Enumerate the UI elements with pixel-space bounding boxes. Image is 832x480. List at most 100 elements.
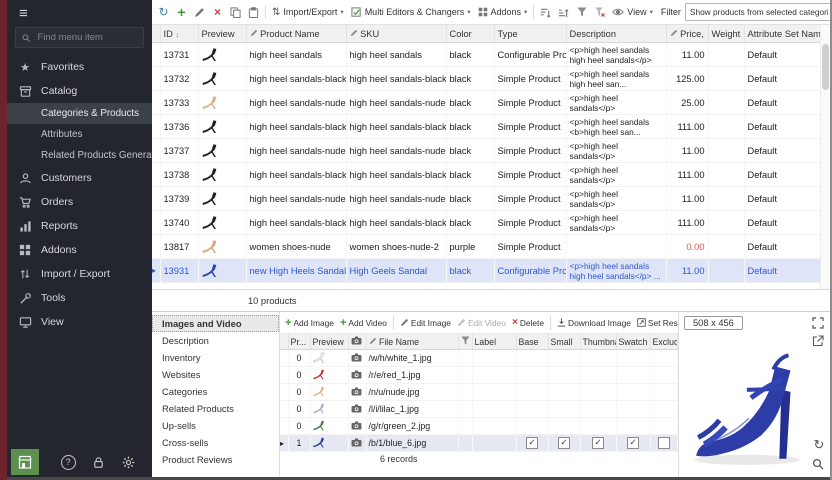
- image-row[interactable]: ▸1/b/1/blue_6.jpg✓✓✓✓: [280, 435, 678, 452]
- column-header-filter[interactable]: [458, 334, 472, 350]
- copy-button[interactable]: [227, 3, 244, 21]
- product-row[interactable]: 13736high heel sandals-black-36high heel…: [152, 115, 821, 139]
- sidebar-item-catalog[interactable]: Catalog: [7, 79, 152, 103]
- edit-product-button[interactable]: [191, 3, 208, 21]
- product-row[interactable]: 13739high heel sandals-nude-37high heel …: [152, 187, 821, 211]
- paste-button[interactable]: [245, 3, 262, 21]
- column-header-small[interactable]: Small: [548, 334, 580, 350]
- column-header-price[interactable]: Price,: [666, 25, 708, 43]
- sidebar-item-favorites[interactable]: ★ Favorites: [7, 55, 152, 79]
- sidebar-item-import-export[interactable]: Import / Export: [7, 262, 152, 286]
- sidebar-item-related-products-generator[interactable]: Related Products Generator: [7, 145, 152, 166]
- download-image-button[interactable]: Download Image: [555, 317, 633, 329]
- fullscreen-icon[interactable]: [810, 315, 826, 331]
- image-row[interactable]: 0/w/h/white_1.jpg: [280, 350, 678, 367]
- delete-image-button[interactable]: ×Delete: [510, 316, 546, 329]
- multi-editors-menu[interactable]: Multi Editors & Changers ▾: [348, 5, 474, 20]
- sidebar-item-orders[interactable]: Orders: [7, 190, 152, 214]
- product-row[interactable]: 13738high heel sandals-black-37high heel…: [152, 163, 821, 187]
- sidebar-item-reports[interactable]: Reports: [7, 214, 152, 238]
- settings-gear-icon[interactable]: [113, 456, 143, 469]
- product-row[interactable]: 13737high heel sandals-nude-36high heel …: [152, 139, 821, 163]
- checkbox[interactable]: ✓: [558, 437, 570, 449]
- product-preview-cell: [198, 67, 246, 91]
- image-row[interactable]: 0/g/r/green_2.jpg: [280, 418, 678, 435]
- column-header-type[interactable]: Type: [494, 25, 566, 43]
- column-header-exclude[interactable]: Exclude: [650, 334, 678, 350]
- zoom-icon[interactable]: [810, 456, 826, 472]
- scrollbar-thumb[interactable]: [822, 44, 829, 90]
- tab-categories[interactable]: Categories: [152, 383, 279, 400]
- addons-menu[interactable]: Addons ▾: [475, 5, 531, 19]
- products-scrollbar[interactable]: [820, 25, 830, 289]
- checkbox[interactable]: ✓: [592, 437, 604, 449]
- column-header-preview[interactable]: Preview: [310, 334, 348, 350]
- tab-description[interactable]: Description: [152, 332, 279, 349]
- column-header-camera[interactable]: [348, 334, 366, 350]
- tab-cross-sells[interactable]: Cross-sells: [152, 434, 279, 451]
- tab-related-products[interactable]: Related Products: [152, 400, 279, 417]
- filter-column-button[interactable]: [573, 3, 590, 21]
- menu-icon[interactable]: ≡: [7, 0, 152, 26]
- column-header-thumbnail[interactable]: Thumbna: [580, 334, 616, 350]
- image-row[interactable]: 0/n/u/nude.jpg: [280, 384, 678, 401]
- product-row[interactable]: 13817women shoes-nudewomen shoes-nude-2p…: [152, 235, 821, 259]
- store-button[interactable]: [11, 449, 39, 475]
- delete-product-button[interactable]: ×: [209, 3, 226, 21]
- rotate-icon[interactable]: ↻: [811, 437, 827, 453]
- column-header-weight[interactable]: Weight: [708, 25, 744, 43]
- lock-icon[interactable]: [83, 456, 113, 469]
- add-product-button[interactable]: +: [173, 3, 190, 21]
- column-header-preview[interactable]: Preview: [198, 25, 246, 43]
- product-row[interactable]: 13740high heel sandals-black-38high heel…: [152, 211, 821, 235]
- column-header-position[interactable]: Pr...: [288, 334, 310, 350]
- sidebar-item-view[interactable]: View: [7, 310, 152, 334]
- sidebar-item-addons[interactable]: Addons: [7, 238, 152, 262]
- checkbox[interactable]: ✓: [526, 437, 538, 449]
- column-header-color[interactable]: Color: [446, 25, 494, 43]
- import-export-menu[interactable]: ⇅ Import/Export ▾: [269, 5, 347, 20]
- image-row[interactable]: 0/r/e/red_1.jpg: [280, 367, 678, 384]
- column-header-base[interactable]: Base: [516, 334, 548, 350]
- product-row[interactable]: ▸13931new High Heels SandalsHigh Geels S…: [152, 259, 821, 283]
- column-header-product-name[interactable]: Product Name: [246, 25, 346, 43]
- column-header-id[interactable]: ID ↓: [160, 25, 198, 43]
- view-menu[interactable]: View ▾: [609, 5, 656, 19]
- set-resize-rule-button[interactable]: Set Resize Rule: [635, 317, 678, 329]
- sidebar-item-tools[interactable]: Tools: [7, 286, 152, 310]
- checkbox[interactable]: ✓: [627, 437, 639, 449]
- edit-image-button[interactable]: Edit Image: [398, 317, 453, 329]
- tab-inventory[interactable]: Inventory: [152, 349, 279, 366]
- product-row[interactable]: 13732high heel sandals-blackhigh heel sa…: [152, 67, 821, 91]
- column-header-swatch[interactable]: Swatch: [616, 334, 650, 350]
- clear-filter-button[interactable]: [591, 3, 608, 21]
- tab-up-sells[interactable]: Up-sells: [152, 417, 279, 434]
- refresh-button[interactable]: ↻: [155, 3, 172, 21]
- column-header-file-name[interactable]: File Name: [366, 334, 458, 350]
- tab-product-reviews[interactable]: Product Reviews: [152, 451, 279, 468]
- tab-images-and-video[interactable]: Images and Video: [152, 315, 279, 332]
- sidebar-item-customers[interactable]: Customers: [7, 166, 152, 190]
- column-header-description[interactable]: Description: [566, 25, 666, 43]
- column-header-sku[interactable]: SKU: [346, 25, 446, 43]
- search-input[interactable]: [35, 31, 137, 44]
- image-row[interactable]: 0/l/i/lilac_1.jpg: [280, 401, 678, 418]
- tab-websites[interactable]: Websites: [152, 366, 279, 383]
- sidebar-item-attributes[interactable]: Attributes: [7, 124, 152, 145]
- help-icon[interactable]: ?: [53, 455, 83, 470]
- add-image-button[interactable]: +Add Image: [283, 316, 336, 330]
- product-row[interactable]: 13733high heel sandals-nudehigh heel san…: [152, 91, 821, 115]
- edit-video-button[interactable]: Edit Video: [455, 317, 508, 329]
- product-attribute-set-cell: Default: [744, 235, 821, 259]
- sidebar-search[interactable]: [15, 27, 144, 48]
- column-header-label[interactable]: Label: [472, 334, 516, 350]
- sidebar-item-categories-products[interactable]: Categories & Products: [7, 103, 152, 124]
- checkbox[interactable]: [658, 437, 670, 449]
- category-filter-select[interactable]: Show products from selected categories ▾: [685, 3, 830, 21]
- product-row[interactable]: 13731high heel sandalshigh heel sandalsb…: [152, 43, 821, 67]
- add-video-button[interactable]: +Add Video: [338, 316, 389, 330]
- sort-list-button[interactable]: [537, 3, 554, 21]
- column-header-attribute-set[interactable]: Attribute Set Name: [744, 25, 821, 43]
- open-external-icon[interactable]: [810, 333, 826, 349]
- sort-asc-button[interactable]: [555, 3, 572, 21]
